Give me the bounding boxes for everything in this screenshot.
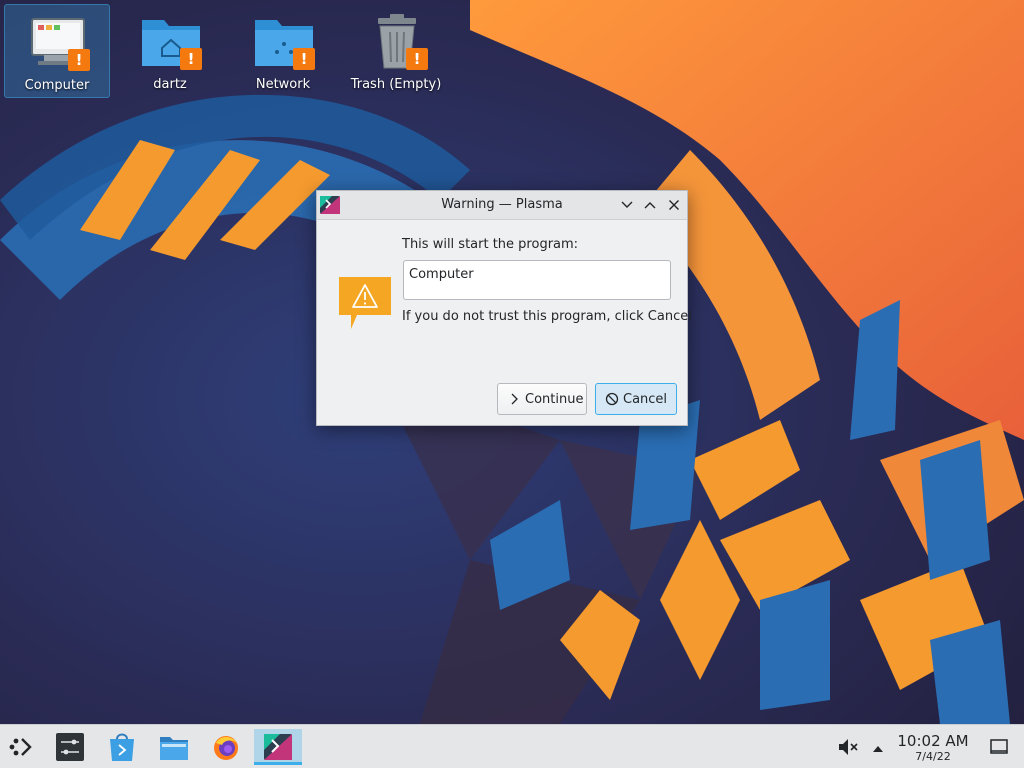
warning-badge-icon: ! xyxy=(68,49,90,71)
continue-button[interactable]: Continue xyxy=(497,383,587,415)
plasma-window-icon xyxy=(264,734,292,760)
warning-dialog: Warning — Plasma This will start the pro… xyxy=(316,190,692,426)
close-button[interactable] xyxy=(665,196,683,214)
firefox-button[interactable] xyxy=(206,729,246,765)
cancel-button[interactable]: Cancel xyxy=(595,383,677,415)
dialog-titlebar[interactable]: Warning — Plasma xyxy=(317,191,687,220)
clock-time[interactable]: 10:02 AM xyxy=(892,732,974,750)
system-settings-icon xyxy=(56,733,84,761)
show-desktop-icon xyxy=(990,739,1008,754)
system-tray-expand-button[interactable] xyxy=(866,729,890,765)
dialog-message-bottom: If you do not trust this program, click … xyxy=(402,309,692,324)
program-name-field[interactable]: Computer xyxy=(403,260,671,300)
chevron-right-icon xyxy=(511,393,518,405)
warning-badge-icon: ! xyxy=(180,48,202,70)
dialog-message-top: This will start the program: xyxy=(402,237,579,252)
desktop-icon-label: Trash (Empty) xyxy=(350,77,442,92)
close-icon xyxy=(669,200,679,210)
chevron-up-icon xyxy=(873,746,883,752)
warning-badge-icon: ! xyxy=(293,48,315,70)
show-desktop-button[interactable] xyxy=(984,729,1014,765)
computer-icon: ! xyxy=(30,13,90,71)
discover-store-icon xyxy=(110,733,134,761)
volume-button[interactable] xyxy=(832,729,864,765)
discover-store-button[interactable] xyxy=(102,729,142,765)
clock-date[interactable]: 7/4/22 xyxy=(892,750,974,763)
continue-button-label: Continue xyxy=(525,392,584,407)
desktop-icon-label: dartz xyxy=(153,77,187,92)
system-settings-button[interactable] xyxy=(50,729,90,765)
network-folder-icon: ! xyxy=(255,12,315,70)
plasma-warning-task[interactable] xyxy=(254,729,302,765)
cancel-button-label: Cancel xyxy=(623,392,668,407)
file-manager-icon xyxy=(160,737,188,760)
desktop: ! Computer ! dartz ! Network ! Trash (Em… xyxy=(0,0,1024,724)
warning-triangle-icon xyxy=(337,275,393,331)
maximize-button[interactable] xyxy=(641,196,659,214)
desktop-icon-computer[interactable]: ! Computer xyxy=(4,4,110,98)
desktop-icon-network[interactable]: ! Network xyxy=(230,4,336,98)
application-launcher-icon xyxy=(9,738,32,756)
volume-muted-icon xyxy=(839,739,858,755)
chevron-up-icon xyxy=(644,202,656,209)
trash-icon: ! xyxy=(368,12,428,70)
chevron-down-icon xyxy=(621,201,633,208)
file-manager-button[interactable] xyxy=(154,729,194,765)
warning-badge-icon: ! xyxy=(406,48,428,70)
desktop-icon-trash[interactable]: ! Trash (Empty) xyxy=(343,4,449,98)
cancel-icon xyxy=(605,392,619,406)
application-launcher-button[interactable] xyxy=(2,729,42,765)
desktop-icon-label: Network xyxy=(255,77,311,92)
minimize-button[interactable] xyxy=(618,196,636,214)
desktop-icon-home-folder[interactable]: ! dartz xyxy=(117,4,223,98)
taskbar: 10:02 AM 7/4/22 xyxy=(0,724,1024,768)
home-folder-icon: ! xyxy=(142,12,202,70)
desktop-icon-label: Computer xyxy=(24,78,90,93)
firefox-icon xyxy=(214,736,238,760)
